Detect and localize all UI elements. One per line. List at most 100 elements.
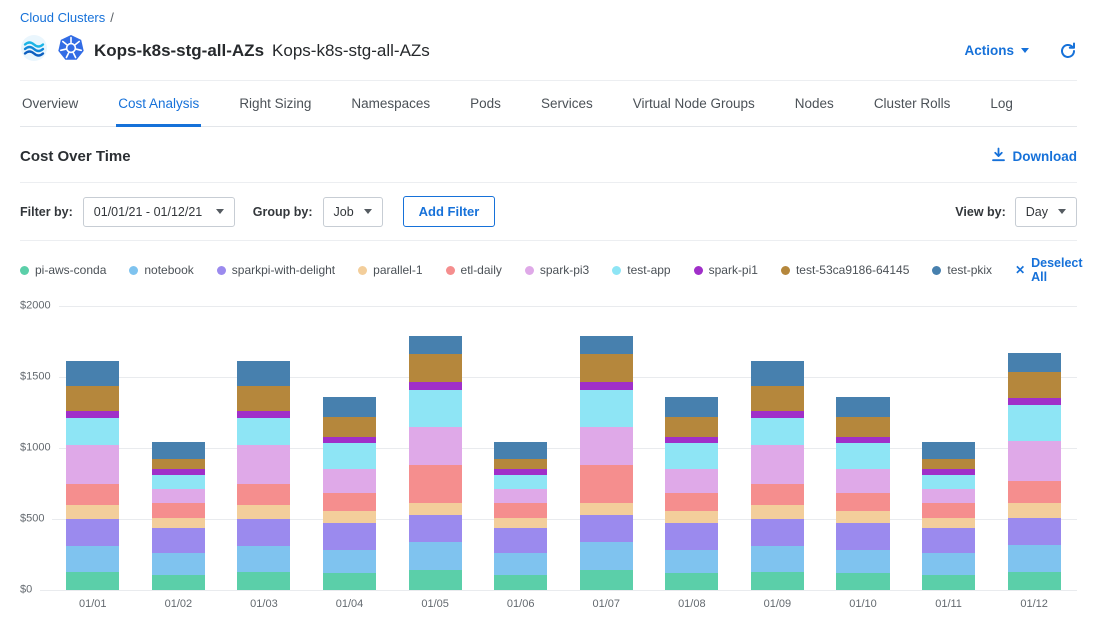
bar-segment-test-pkix[interactable] bbox=[1008, 353, 1061, 372]
bar-segment-spark-pi1[interactable] bbox=[409, 382, 462, 390]
bar-segment-notebook[interactable] bbox=[922, 553, 975, 575]
bar-segment-test-app[interactable] bbox=[836, 443, 889, 469]
bar-segment-spark-pi3[interactable] bbox=[1008, 441, 1061, 481]
legend-item-test-app[interactable]: test-app bbox=[612, 263, 670, 277]
bar-segment-sparkpi-with-delight[interactable] bbox=[665, 523, 718, 549]
bar-segment-etl-daily[interactable] bbox=[409, 465, 462, 503]
bar-segment-spark-pi3[interactable] bbox=[323, 469, 376, 493]
bar-segment-test-pkix[interactable] bbox=[751, 361, 804, 386]
legend-item-spark-pi1[interactable]: spark-pi1 bbox=[694, 263, 758, 277]
bar-segment-sparkpi-with-delight[interactable] bbox=[1008, 518, 1061, 546]
legend-item-spark-pi3[interactable]: spark-pi3 bbox=[525, 263, 589, 277]
stacked-bar-01/12[interactable] bbox=[1008, 353, 1061, 590]
bar-segment-test-53ca9186-64145[interactable] bbox=[665, 417, 718, 437]
tab-virtual-node-groups[interactable]: Virtual Node Groups bbox=[631, 81, 757, 127]
bar-segment-notebook[interactable] bbox=[409, 542, 462, 570]
bar-segment-etl-daily[interactable] bbox=[323, 493, 376, 511]
bar-segment-spark-pi1[interactable] bbox=[1008, 398, 1061, 406]
bar-segment-parallel-1[interactable] bbox=[152, 518, 205, 528]
bar-segment-pi-aws-conda[interactable] bbox=[152, 575, 205, 590]
bar-segment-notebook[interactable] bbox=[1008, 545, 1061, 571]
bar-segment-sparkpi-with-delight[interactable] bbox=[751, 519, 804, 546]
bar-segment-parallel-1[interactable] bbox=[1008, 503, 1061, 517]
bar-segment-test-53ca9186-64145[interactable] bbox=[922, 459, 975, 469]
date-range-select[interactable]: 01/01/21 - 01/12/21 bbox=[83, 197, 235, 227]
stacked-bar-01/10[interactable] bbox=[836, 397, 889, 590]
bar-segment-sparkpi-with-delight[interactable] bbox=[580, 515, 633, 543]
bar-segment-test-pkix[interactable] bbox=[922, 442, 975, 459]
bar-segment-etl-daily[interactable] bbox=[1008, 481, 1061, 504]
stacked-bar-01/04[interactable] bbox=[323, 397, 376, 590]
bar-segment-parallel-1[interactable] bbox=[66, 505, 119, 519]
bar-segment-notebook[interactable] bbox=[836, 550, 889, 573]
bar-segment-test-pkix[interactable] bbox=[494, 442, 547, 459]
bar-segment-notebook[interactable] bbox=[66, 546, 119, 572]
bar-segment-spark-pi3[interactable] bbox=[836, 469, 889, 493]
bar-segment-test-53ca9186-64145[interactable] bbox=[66, 386, 119, 411]
bar-segment-test-53ca9186-64145[interactable] bbox=[237, 386, 290, 411]
bar-segment-test-53ca9186-64145[interactable] bbox=[1008, 372, 1061, 398]
bar-segment-spark-pi3[interactable] bbox=[922, 489, 975, 503]
tab-overview[interactable]: Overview bbox=[20, 81, 80, 127]
bar-segment-sparkpi-with-delight[interactable] bbox=[922, 528, 975, 553]
bar-segment-spark-pi1[interactable] bbox=[580, 382, 633, 390]
bar-segment-test-pkix[interactable] bbox=[66, 361, 119, 386]
bar-segment-etl-daily[interactable] bbox=[237, 484, 290, 505]
bar-segment-etl-daily[interactable] bbox=[580, 465, 633, 503]
bar-segment-test-pkix[interactable] bbox=[665, 397, 718, 417]
bar-segment-test-pkix[interactable] bbox=[323, 397, 376, 417]
bar-segment-test-app[interactable] bbox=[1008, 405, 1061, 441]
tab-cluster-rolls[interactable]: Cluster Rolls bbox=[872, 81, 953, 127]
legend-item-pi-aws-conda[interactable]: pi-aws-conda bbox=[20, 263, 106, 277]
bar-segment-parallel-1[interactable] bbox=[580, 503, 633, 515]
bar-segment-notebook[interactable] bbox=[494, 553, 547, 575]
bar-segment-spark-pi3[interactable] bbox=[751, 445, 804, 483]
bar-segment-etl-daily[interactable] bbox=[66, 484, 119, 505]
legend-item-notebook[interactable]: notebook bbox=[129, 263, 193, 277]
bar-segment-pi-aws-conda[interactable] bbox=[323, 573, 376, 590]
bar-segment-sparkpi-with-delight[interactable] bbox=[152, 528, 205, 553]
stacked-bar-01/06[interactable] bbox=[494, 442, 547, 590]
stacked-bar-01/09[interactable] bbox=[751, 361, 804, 590]
bar-segment-notebook[interactable] bbox=[237, 546, 290, 572]
bar-segment-etl-daily[interactable] bbox=[751, 484, 804, 505]
bar-segment-parallel-1[interactable] bbox=[922, 518, 975, 528]
bar-segment-pi-aws-conda[interactable] bbox=[836, 573, 889, 590]
stacked-bar-01/11[interactable] bbox=[922, 442, 975, 590]
view-by-select[interactable]: Day bbox=[1015, 197, 1077, 227]
bar-segment-etl-daily[interactable] bbox=[836, 493, 889, 511]
bar-segment-spark-pi3[interactable] bbox=[580, 427, 633, 465]
bar-segment-pi-aws-conda[interactable] bbox=[751, 572, 804, 590]
bar-segment-notebook[interactable] bbox=[152, 553, 205, 575]
bar-segment-pi-aws-conda[interactable] bbox=[409, 570, 462, 590]
bar-segment-parallel-1[interactable] bbox=[409, 503, 462, 515]
bar-segment-parallel-1[interactable] bbox=[665, 511, 718, 523]
bar-segment-sparkpi-with-delight[interactable] bbox=[409, 515, 462, 543]
group-by-select[interactable]: Job bbox=[323, 197, 383, 227]
bar-segment-test-pkix[interactable] bbox=[580, 336, 633, 354]
bar-segment-etl-daily[interactable] bbox=[665, 493, 718, 511]
bar-segment-notebook[interactable] bbox=[323, 550, 376, 573]
bar-segment-spark-pi1[interactable] bbox=[66, 411, 119, 418]
stacked-bar-01/03[interactable] bbox=[237, 361, 290, 590]
bar-segment-test-app[interactable] bbox=[323, 443, 376, 469]
legend-item-test-53ca9186-64145[interactable]: test-53ca9186-64145 bbox=[781, 263, 909, 277]
bar-segment-sparkpi-with-delight[interactable] bbox=[494, 528, 547, 553]
stacked-bar-01/07[interactable] bbox=[580, 336, 633, 590]
bar-segment-test-53ca9186-64145[interactable] bbox=[836, 417, 889, 437]
deselect-all-button[interactable]: ✕ Deselect All bbox=[1015, 256, 1083, 284]
bar-segment-etl-daily[interactable] bbox=[922, 503, 975, 518]
bar-segment-test-53ca9186-64145[interactable] bbox=[409, 354, 462, 382]
legend-item-parallel-1[interactable]: parallel-1 bbox=[358, 263, 422, 277]
bar-segment-notebook[interactable] bbox=[751, 546, 804, 572]
bar-segment-spark-pi1[interactable] bbox=[751, 411, 804, 418]
tab-pods[interactable]: Pods bbox=[468, 81, 503, 127]
download-button[interactable]: Download bbox=[991, 147, 1078, 165]
tab-services[interactable]: Services bbox=[539, 81, 595, 127]
bar-segment-spark-pi3[interactable] bbox=[237, 445, 290, 483]
bar-segment-test-app[interactable] bbox=[66, 418, 119, 445]
bar-segment-sparkpi-with-delight[interactable] bbox=[323, 523, 376, 549]
bar-segment-test-app[interactable] bbox=[494, 475, 547, 489]
bar-segment-notebook[interactable] bbox=[580, 542, 633, 570]
stacked-bar-01/05[interactable] bbox=[409, 336, 462, 590]
